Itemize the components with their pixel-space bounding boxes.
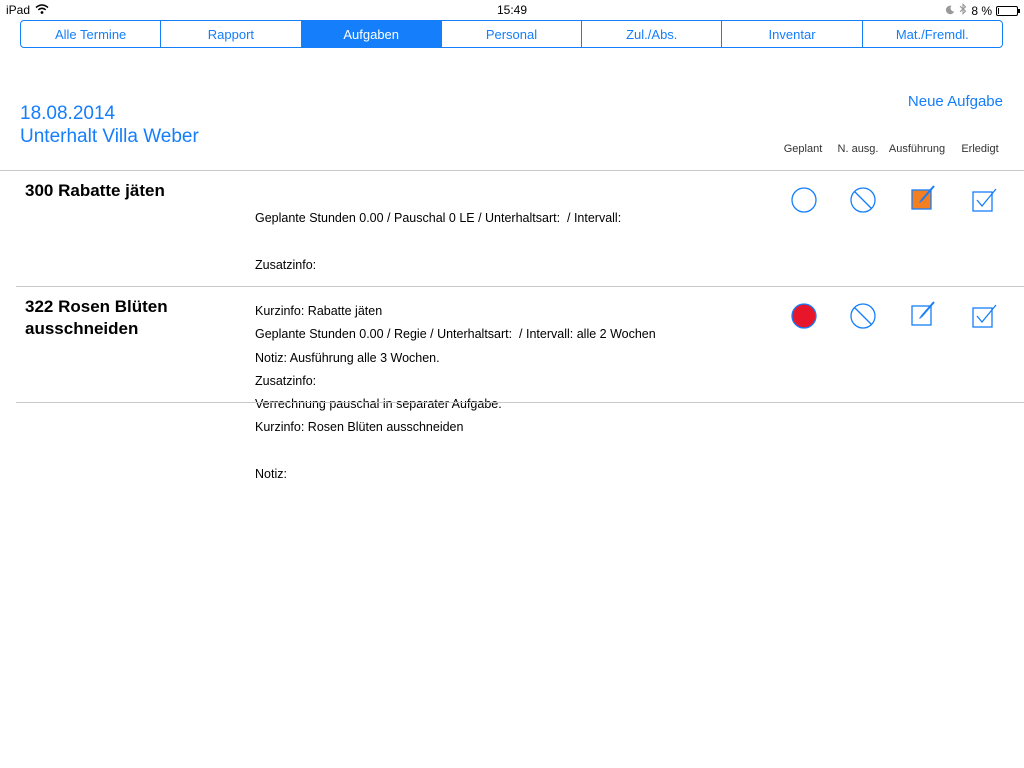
done-checkbox-icon[interactable] bbox=[970, 186, 998, 214]
planned-circle-icon[interactable] bbox=[790, 302, 818, 330]
new-task-button[interactable]: Neue Aufgabe bbox=[908, 93, 1003, 110]
battery-icon bbox=[996, 5, 1020, 16]
status-time: 15:49 bbox=[496, 3, 528, 17]
planned-circle-icon[interactable] bbox=[790, 186, 818, 214]
execution-edit-icon[interactable] bbox=[909, 184, 937, 212]
task-detail-line: Kurzinfo: Rosen Blüten ausschneiden bbox=[255, 420, 464, 434]
column-header-execution: Ausführung bbox=[888, 143, 946, 155]
page-title: Unterhalt Villa Weber bbox=[20, 126, 199, 147]
page-date: 18.08.2014 bbox=[20, 103, 116, 124]
not-executed-icon[interactable] bbox=[849, 186, 877, 214]
battery-percent: 8 % bbox=[971, 3, 992, 18]
row-divider bbox=[16, 286, 1024, 287]
tab-mat-fremdl[interactable]: Mat./Fremdl. bbox=[863, 21, 1002, 47]
tab-zul-abs[interactable]: Zul./Abs. bbox=[582, 21, 723, 47]
column-header-planned: Geplant bbox=[783, 143, 823, 155]
tab-personal[interactable]: Personal bbox=[442, 21, 583, 47]
tab-aufgaben[interactable]: Aufgaben bbox=[301, 21, 442, 47]
task-title: 322 Rosen Blüten ausschneiden bbox=[25, 297, 168, 338]
task-detail-line: Zusatzinfo: bbox=[255, 373, 317, 388]
battery-fill bbox=[998, 7, 999, 14]
not-executed-icon[interactable] bbox=[849, 302, 877, 330]
column-header-done: Erledigt bbox=[961, 143, 999, 155]
tab-alle-termine[interactable]: Alle Termine bbox=[21, 21, 162, 47]
task-detail-line: Notiz: bbox=[255, 466, 287, 481]
task-title: 300 Rabatte jäten bbox=[25, 181, 165, 200]
battery-tip bbox=[1018, 8, 1020, 13]
status-right: 8 % bbox=[945, 2, 1020, 18]
task-detail-line: Geplante Stunden 0.00 / Pauschal 0 LE / … bbox=[255, 211, 622, 225]
bluetooth-icon bbox=[959, 2, 967, 18]
tab-rapport[interactable]: Rapport bbox=[161, 21, 302, 47]
moon-icon bbox=[945, 4, 955, 18]
execution-edit-icon[interactable] bbox=[909, 300, 937, 328]
column-header-not-executed: N. ausg. bbox=[837, 143, 879, 155]
done-checkbox-icon[interactable] bbox=[970, 302, 998, 330]
task-detail-line: Geplante Stunden 0.00 / Regie / Unterhal… bbox=[255, 327, 656, 341]
tab-bar: Alle Termine Rapport Aufgaben Personal Z… bbox=[20, 20, 1003, 48]
status-bar: iPad 15:49 8 % bbox=[0, 0, 1024, 20]
task-detail-line: Zusatzinfo: bbox=[255, 257, 317, 272]
row-divider bbox=[16, 402, 1024, 403]
task-detail: Geplante Stunden 0.00 / Regie / Unterhal… bbox=[255, 296, 656, 513]
tab-inventar[interactable]: Inventar bbox=[722, 21, 863, 47]
header-divider bbox=[0, 170, 1024, 171]
